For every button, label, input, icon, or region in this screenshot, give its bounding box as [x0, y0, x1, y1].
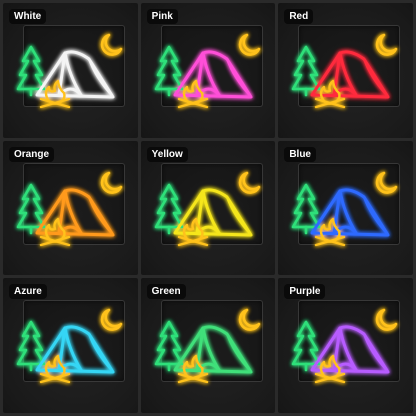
variant-card-yellow[interactable]: Yellow	[140, 140, 276, 276]
moon-icon	[100, 171, 123, 194]
variant-card-white[interactable]: White	[3, 3, 138, 138]
variant-card-orange[interactable]: Orange	[3, 140, 138, 276]
variant-label: Orange	[9, 146, 55, 162]
moon-icon	[238, 33, 260, 56]
variant-label: Purple	[284, 284, 326, 300]
variant-card-blue[interactable]: Blue	[278, 140, 413, 276]
variant-card-red[interactable]: Red	[278, 3, 413, 138]
moon-icon	[376, 309, 398, 332]
moon-icon	[376, 171, 398, 194]
variant-label: Red	[284, 9, 314, 24]
variant-label: Green	[146, 284, 186, 300]
variant-label: Yellow	[146, 146, 188, 162]
variant-card-pink[interactable]: Pink	[140, 3, 276, 138]
moon-icon	[376, 33, 398, 56]
variant-card-green[interactable]: Green	[140, 278, 276, 413]
moon-icon	[100, 33, 123, 56]
variant-label: Azure	[9, 284, 47, 300]
variant-card-purple[interactable]: Purple	[278, 278, 413, 413]
variant-label: Pink	[146, 9, 178, 24]
variant-label: Blue	[284, 146, 316, 162]
moon-icon	[100, 309, 123, 332]
variant-card-azure[interactable]: Azure	[3, 278, 138, 413]
product-variant-grid: White Pink Red Orange Yellow Blue Azure …	[0, 0, 416, 416]
moon-icon	[238, 171, 260, 194]
moon-icon	[238, 309, 260, 332]
variant-label: White	[9, 9, 47, 24]
